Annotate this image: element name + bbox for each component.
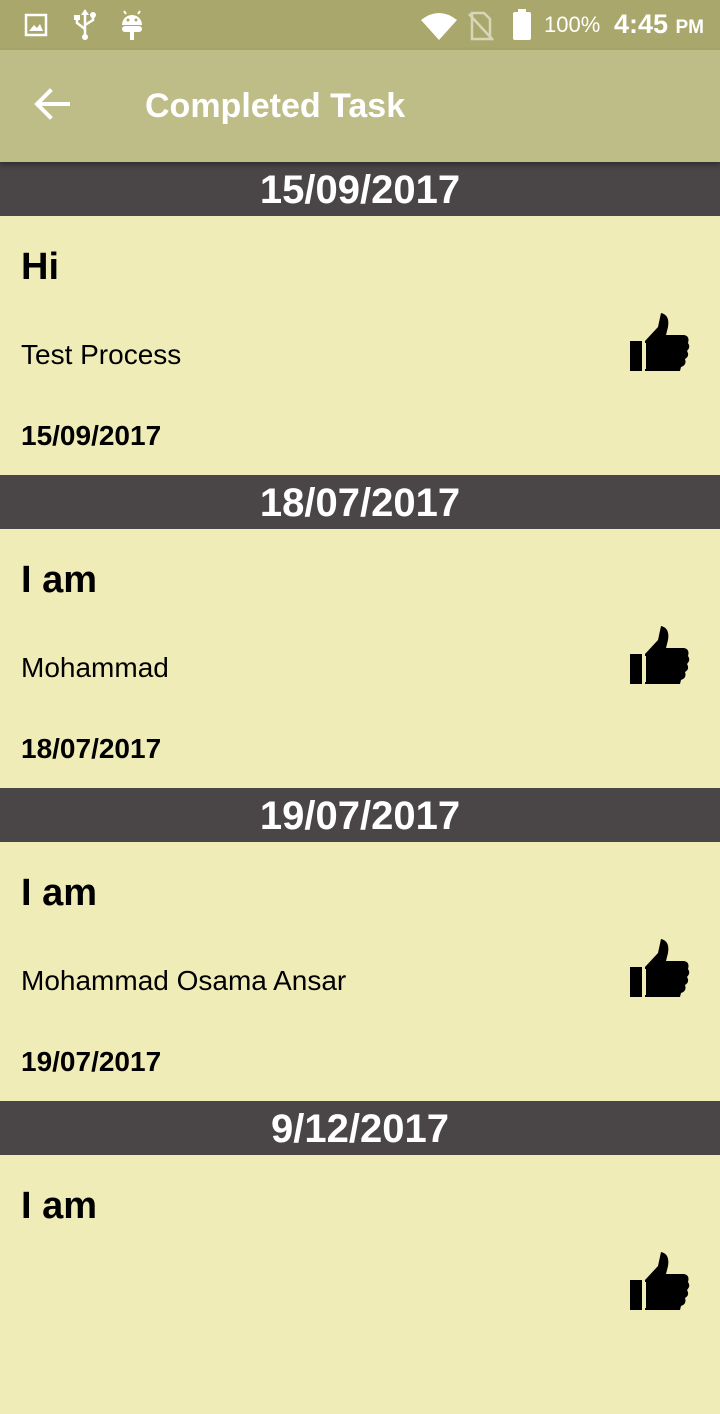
thumbs-up-icon[interactable] bbox=[628, 311, 692, 375]
date-header: 18/07/2017 bbox=[0, 475, 720, 529]
date-header: 19/07/2017 bbox=[0, 788, 720, 842]
wifi-icon bbox=[420, 12, 458, 45]
clock-am-pm: PM bbox=[675, 17, 705, 38]
task-section: 18/07/2017 I am Mohammad 18/07/2017 bbox=[0, 475, 720, 788]
task-card[interactable]: Hi Test Process 15/09/2017 bbox=[0, 216, 720, 475]
battery-percent: 100% bbox=[544, 12, 601, 37]
task-card[interactable]: I am Mohammad Osama Ansar 19/07/2017 bbox=[0, 842, 720, 1101]
task-section: 9/12/2017 I am bbox=[0, 1101, 720, 1414]
thumbs-up-icon[interactable] bbox=[628, 1250, 692, 1314]
no-sim-icon bbox=[468, 11, 494, 46]
clock-time: 4:45 bbox=[613, 9, 668, 39]
thumbs-up-icon[interactable] bbox=[628, 624, 692, 688]
task-section: 15/09/2017 Hi Test Process 15/09/2017 bbox=[0, 162, 720, 475]
task-title: I am bbox=[21, 872, 98, 914]
status-bar: 100% 4:45 PM bbox=[0, 0, 720, 50]
task-section: 19/07/2017 I am Mohammad Osama Ansar 19/… bbox=[0, 788, 720, 1101]
task-description: Test Process bbox=[21, 339, 182, 370]
task-list[interactable]: 15/09/2017 Hi Test Process 15/09/2017 18… bbox=[0, 162, 720, 1414]
back-button[interactable] bbox=[24, 78, 80, 134]
task-title: Hi bbox=[21, 246, 59, 288]
image-icon bbox=[24, 13, 48, 42]
app-bar: Completed Task bbox=[0, 50, 720, 162]
usb-icon bbox=[72, 9, 98, 46]
arrow-back-icon bbox=[34, 87, 70, 125]
task-date: 18/07/2017 bbox=[21, 733, 162, 764]
task-date: 15/09/2017 bbox=[21, 420, 162, 451]
task-description: Mohammad Osama Ansar bbox=[21, 965, 347, 996]
task-card[interactable]: I am Mohammad 18/07/2017 bbox=[0, 529, 720, 788]
task-date: 19/07/2017 bbox=[21, 1046, 162, 1077]
task-title: I am bbox=[21, 559, 98, 601]
thumbs-up-icon[interactable] bbox=[628, 937, 692, 1001]
android-icon bbox=[119, 9, 145, 46]
battery-icon bbox=[512, 9, 532, 46]
page-title: Completed Task bbox=[145, 87, 406, 125]
date-header: 9/12/2017 bbox=[0, 1101, 720, 1155]
task-card[interactable]: I am bbox=[0, 1155, 720, 1414]
task-title: I am bbox=[21, 1185, 98, 1227]
task-description: Mohammad bbox=[21, 652, 169, 683]
clock: 4:45 PM bbox=[614, 9, 704, 40]
date-header: 15/09/2017 bbox=[0, 162, 720, 216]
